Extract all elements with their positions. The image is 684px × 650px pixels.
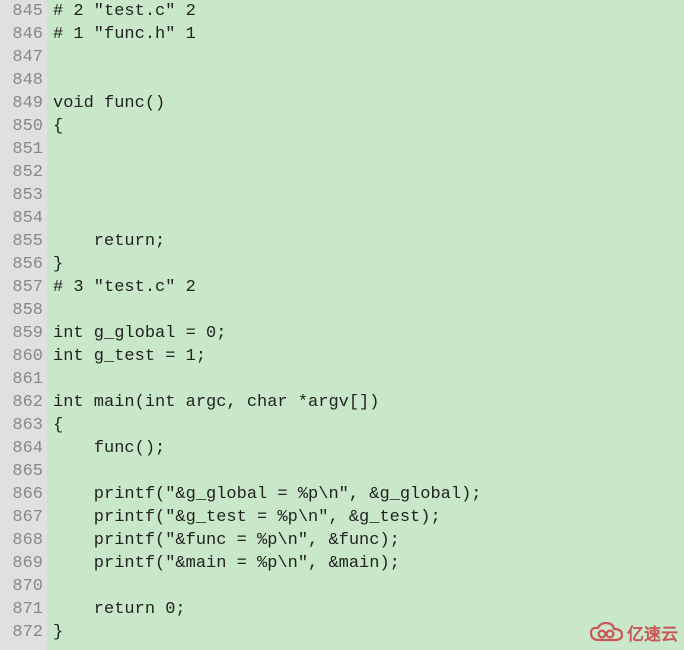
line-number: 855 bbox=[2, 230, 43, 253]
code-line: void func() bbox=[53, 92, 684, 115]
line-number: 850 bbox=[2, 115, 43, 138]
line-number-gutter: 8458468478488498508518528538548558568578… bbox=[0, 0, 47, 650]
line-number: 862 bbox=[2, 391, 43, 414]
line-number: 868 bbox=[2, 529, 43, 552]
code-line: { bbox=[53, 115, 684, 138]
code-line: return 0; bbox=[53, 598, 684, 621]
code-line bbox=[53, 460, 684, 483]
code-line bbox=[53, 184, 684, 207]
code-line bbox=[53, 138, 684, 161]
code-line: printf("&g_global = %p\n", &g_global); bbox=[53, 483, 684, 506]
code-line: return; bbox=[53, 230, 684, 253]
line-number: 866 bbox=[2, 483, 43, 506]
code-line bbox=[53, 368, 684, 391]
code-line: int g_global = 0; bbox=[53, 322, 684, 345]
line-number: 846 bbox=[2, 23, 43, 46]
line-number: 865 bbox=[2, 460, 43, 483]
line-number: 857 bbox=[2, 276, 43, 299]
line-number: 860 bbox=[2, 345, 43, 368]
line-number: 845 bbox=[2, 0, 43, 23]
code-line bbox=[53, 207, 684, 230]
code-line: { bbox=[53, 414, 684, 437]
line-number: 863 bbox=[2, 414, 43, 437]
code-line: printf("&g_test = %p\n", &g_test); bbox=[53, 506, 684, 529]
line-number: 853 bbox=[2, 184, 43, 207]
line-number: 859 bbox=[2, 322, 43, 345]
line-number: 851 bbox=[2, 138, 43, 161]
line-number: 870 bbox=[2, 575, 43, 598]
line-number: 849 bbox=[2, 92, 43, 115]
code-block: 8458468478488498508518528538548558568578… bbox=[0, 0, 684, 650]
line-number: 871 bbox=[2, 598, 43, 621]
code-line bbox=[53, 161, 684, 184]
line-number: 858 bbox=[2, 299, 43, 322]
code-line bbox=[53, 575, 684, 598]
code-line bbox=[53, 69, 684, 92]
code-line: } bbox=[53, 253, 684, 276]
line-number: 861 bbox=[2, 368, 43, 391]
line-number: 848 bbox=[2, 69, 43, 92]
code-line: printf("&func = %p\n", &func); bbox=[53, 529, 684, 552]
line-number: 864 bbox=[2, 437, 43, 460]
code-line bbox=[53, 46, 684, 69]
code-line: int g_test = 1; bbox=[53, 345, 684, 368]
line-number: 852 bbox=[2, 161, 43, 184]
code-line: int main(int argc, char *argv[]) bbox=[53, 391, 684, 414]
code-line: func(); bbox=[53, 437, 684, 460]
code-line: # 1 "func.h" 1 bbox=[53, 23, 684, 46]
code-line: # 2 "test.c" 2 bbox=[53, 0, 684, 23]
line-number: 867 bbox=[2, 506, 43, 529]
code-line bbox=[53, 299, 684, 322]
code-content: # 2 "test.c" 2# 1 "func.h" 1 void func()… bbox=[47, 0, 684, 650]
line-number: 847 bbox=[2, 46, 43, 69]
line-number: 854 bbox=[2, 207, 43, 230]
line-number: 856 bbox=[2, 253, 43, 276]
code-line: } bbox=[53, 621, 684, 644]
line-number: 869 bbox=[2, 552, 43, 575]
code-line: printf("&main = %p\n", &main); bbox=[53, 552, 684, 575]
code-line: # 3 "test.c" 2 bbox=[53, 276, 684, 299]
line-number: 872 bbox=[2, 621, 43, 644]
